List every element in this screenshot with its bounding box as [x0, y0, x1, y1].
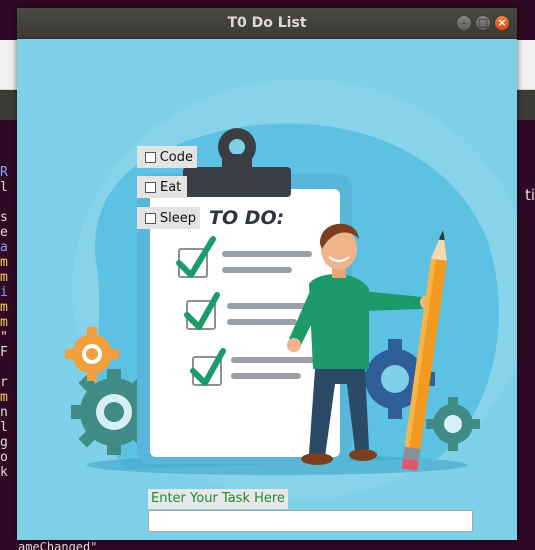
task-input[interactable]: [148, 510, 473, 532]
close-icon: ×: [497, 16, 507, 29]
task-entry-label: Enter Your Task Here: [148, 489, 288, 509]
todo-item-label: Sleep: [159, 210, 196, 226]
main-panel: TO DO: Code Eat Sleep Enter Your Task He…: [17, 39, 517, 540]
maximize-icon: □: [477, 16, 489, 29]
background-tab-right: ti: [524, 186, 535, 204]
minimize-button[interactable]: –: [456, 15, 472, 31]
checkbox-icon[interactable]: [145, 212, 156, 224]
todo-heading: TO DO:: [209, 207, 284, 229]
checkbox-icon[interactable]: [145, 151, 156, 163]
window-title: T0 Do List: [227, 15, 307, 31]
background-bottom-text: ameChanged": [18, 540, 98, 550]
todo-item-label: Code: [159, 149, 193, 165]
maximize-button[interactable]: □: [475, 15, 491, 31]
todo-checkbox-sleep[interactable]: Sleep: [137, 207, 200, 229]
app-window: T0 Do List – □ × TO DO: Code Eat Sleep E…: [17, 8, 517, 540]
checkbox-icon[interactable]: [145, 181, 156, 193]
todo-checkbox-eat[interactable]: Eat: [137, 176, 187, 198]
minimize-icon: –: [461, 16, 467, 29]
close-button[interactable]: ×: [494, 15, 510, 31]
todo-illustration: TO DO:: [65, 79, 517, 499]
todo-item-label: Eat: [160, 179, 182, 195]
todo-checkbox-code[interactable]: Code: [137, 146, 197, 168]
title-bar[interactable]: T0 Do List – □ ×: [17, 8, 517, 39]
